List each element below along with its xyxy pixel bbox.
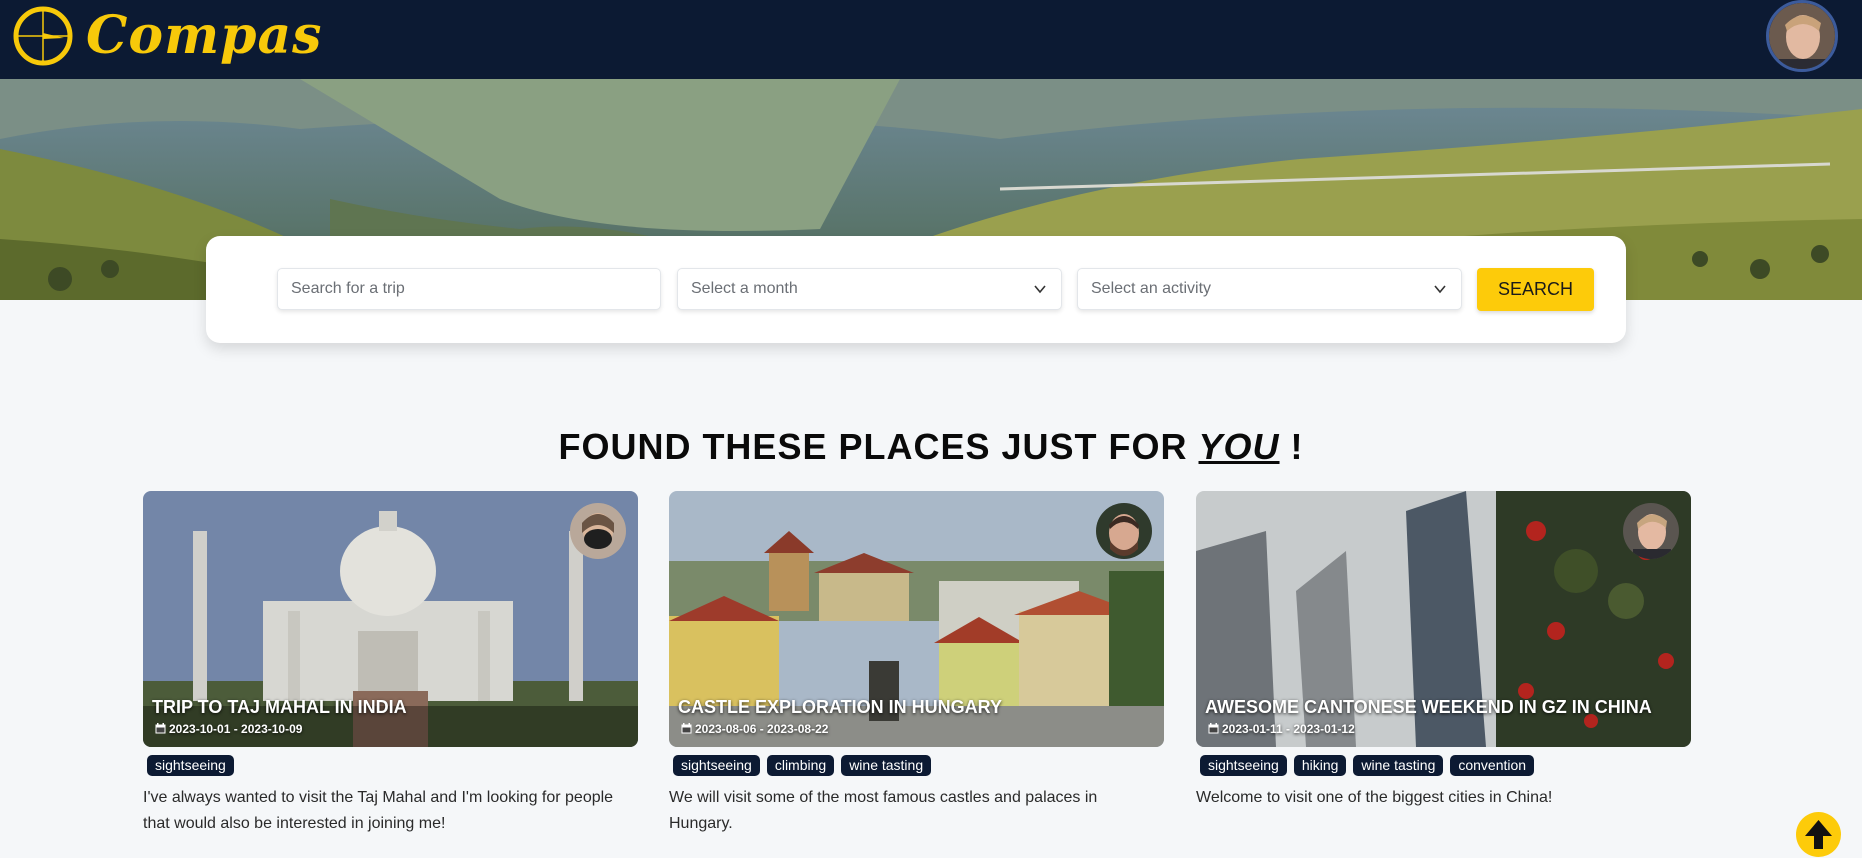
tag-chip[interactable]: sightseeing bbox=[1200, 755, 1287, 776]
trip-title[interactable]: AWESOME CANTONESE WEEKEND IN GZ IN CHINA bbox=[1205, 697, 1652, 718]
trip-description: Welcome to visit one of the biggest citi… bbox=[1196, 789, 1553, 806]
tag-list: sightseeing hiking wine tasting convention bbox=[1200, 755, 1541, 776]
trip-title[interactable]: CASTLE EXPLORATION IN HUNGARY bbox=[678, 697, 1002, 718]
brand-name[interactable]: Compas bbox=[86, 4, 322, 68]
chevron-down-icon bbox=[1034, 285, 1046, 294]
month-select-placeholder: Select a month bbox=[691, 280, 798, 297]
user-avatar[interactable] bbox=[1766, 0, 1838, 72]
tag-chip[interactable]: hiking bbox=[1293, 755, 1347, 776]
trip-dates-text: 2023-08-06 - 2023-08-22 bbox=[695, 722, 829, 736]
compass-logo-icon[interactable] bbox=[12, 5, 74, 67]
trip-dates-text: 2023-01-11 - 2023-01-12 bbox=[1222, 722, 1355, 736]
trip-title[interactable]: TRIP TO TAJ MAHAL IN INDIA bbox=[152, 697, 407, 718]
results-heading: FOUND THESE PLACES JUST FOR YOU ! bbox=[0, 426, 1862, 468]
organizer-avatar[interactable] bbox=[1096, 503, 1152, 559]
trip-dates: 2023-08-06 - 2023-08-22 bbox=[681, 722, 828, 736]
tag-chip[interactable]: sightseeing bbox=[673, 755, 760, 776]
heading-emphasis: YOU bbox=[1198, 426, 1280, 467]
organizer-avatar[interactable] bbox=[1623, 503, 1679, 559]
heading-suffix: ! bbox=[1279, 426, 1304, 467]
trip-card-image[interactable]: AWESOME CANTONESE WEEKEND IN GZ IN CHINA… bbox=[1196, 491, 1691, 747]
trip-card-image[interactable]: CASTLE EXPLORATION IN HUNGARY 2023-08-06… bbox=[669, 491, 1164, 747]
search-button[interactable]: SEARCH bbox=[1477, 268, 1594, 311]
trip-search-field[interactable] bbox=[277, 268, 661, 310]
calendar-icon bbox=[681, 723, 692, 734]
tag-list: sightseeing climbing wine tasting bbox=[673, 755, 938, 776]
activity-select-placeholder: Select an activity bbox=[1091, 280, 1212, 297]
tag-chip[interactable]: wine tasting bbox=[841, 755, 932, 776]
trip-dates: 2023-01-11 - 2023-01-12 bbox=[1208, 722, 1355, 736]
arrow-up-icon bbox=[1805, 820, 1832, 849]
search-panel: Select a month Select an activity SEARCH bbox=[206, 236, 1626, 343]
activity-select[interactable]: Select an activity bbox=[1077, 268, 1462, 310]
calendar-icon bbox=[1208, 723, 1219, 734]
trip-card-image[interactable]: TRIP TO TAJ MAHAL IN INDIA 2023-10-01 - … bbox=[143, 491, 638, 747]
trip-dates: 2023-10-01 - 2023-10-09 bbox=[155, 722, 302, 736]
month-select[interactable]: Select a month bbox=[677, 268, 1062, 310]
organizer-avatar[interactable] bbox=[570, 503, 626, 559]
heading-prefix: FOUND THESE PLACES JUST FOR bbox=[558, 426, 1199, 467]
trip-dates-text: 2023-10-01 - 2023-10-09 bbox=[169, 722, 303, 736]
scroll-to-top-button[interactable] bbox=[1796, 812, 1841, 857]
trip-card[interactable]: TRIP TO TAJ MAHAL IN INDIA 2023-10-01 - … bbox=[143, 491, 638, 832]
trip-description: I've always wanted to visit the Taj Maha… bbox=[143, 789, 614, 832]
chevron-down-icon bbox=[1434, 285, 1446, 294]
trip-card[interactable]: CASTLE EXPLORATION IN HUNGARY 2023-08-06… bbox=[669, 491, 1164, 832]
tag-chip[interactable]: climbing bbox=[766, 755, 835, 776]
trip-card[interactable]: AWESOME CANTONESE WEEKEND IN GZ IN CHINA… bbox=[1196, 491, 1691, 806]
top-navbar: Compas bbox=[0, 0, 1862, 79]
trip-description: We will visit some of the most famous ca… bbox=[669, 789, 1098, 832]
tag-chip[interactable]: convention bbox=[1450, 755, 1535, 776]
tag-chip[interactable]: sightseeing bbox=[147, 755, 234, 776]
calendar-icon bbox=[155, 723, 166, 734]
trip-search-input[interactable] bbox=[291, 270, 660, 308]
tag-list: sightseeing bbox=[147, 755, 241, 776]
tag-chip[interactable]: wine tasting bbox=[1353, 755, 1444, 776]
